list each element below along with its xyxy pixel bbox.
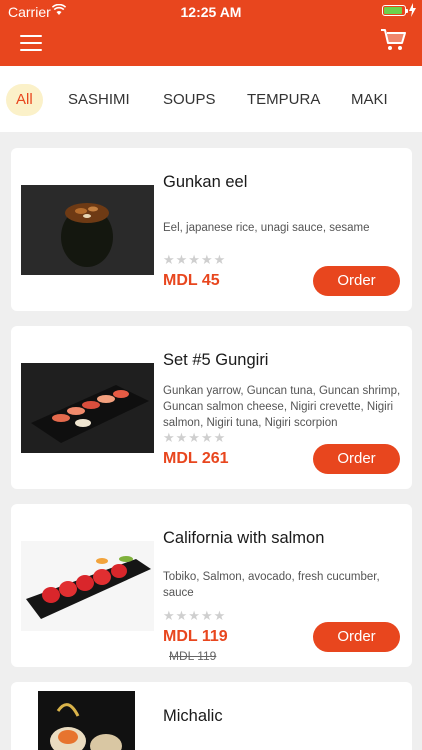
- product-card[interactable]: California with salmon Tobiko, Salmon, a…: [11, 504, 412, 667]
- charging-icon: [409, 3, 416, 17]
- app-header: Carrier 12:25 AM: [0, 0, 422, 66]
- tab-tempura[interactable]: TEMPURA: [237, 84, 330, 116]
- order-button[interactable]: Order: [313, 444, 400, 474]
- status-time: 12:25 AM: [180, 4, 242, 20]
- product-image: [21, 363, 154, 453]
- product-name: Gunkan eel: [163, 173, 248, 191]
- product-description: Tobiko, Salmon, avocado, fresh cucumber,…: [163, 571, 380, 599]
- old-price: MDL 119: [169, 649, 217, 663]
- product-name: Set #5 Gungiri: [163, 351, 269, 369]
- tab-maki[interactable]: MAKI: [341, 84, 398, 116]
- rating-stars[interactable]: ★★★★★: [163, 608, 226, 624]
- product-card[interactable]: Set #5 Gungiri Gunkan yarrow, Guncan tun…: [11, 326, 412, 489]
- battery-icon: [382, 5, 408, 16]
- product-description: Gunkan yarrow, Guncan tuna, Guncan shrim…: [163, 385, 401, 429]
- product-card[interactable]: Michalic: [11, 682, 412, 750]
- product-name: Michalic: [163, 707, 223, 725]
- category-tabs: All SASHIMI SOUPS TEMPURA MAKI: [0, 66, 422, 132]
- product-image: [38, 691, 135, 750]
- product-image: [21, 185, 154, 275]
- hamburger-menu-icon[interactable]: [20, 35, 42, 51]
- order-button[interactable]: Order: [313, 622, 400, 652]
- tab-all[interactable]: All: [6, 84, 43, 116]
- product-description: Eel, japanese rice, unagi sauce, sesame: [163, 222, 370, 234]
- product-price: MDL 261: [163, 450, 229, 467]
- product-name: California with salmon: [163, 529, 325, 547]
- status-bar: Carrier 12:25 AM: [0, 0, 422, 22]
- rating-stars[interactable]: ★★★★★: [163, 252, 226, 268]
- rating-stars[interactable]: ★★★★★: [163, 430, 226, 446]
- product-card[interactable]: Gunkan eel Eel, japanese rice, unagi sau…: [11, 148, 412, 311]
- product-price: MDL 119: [163, 628, 228, 645]
- product-image: [21, 541, 154, 631]
- cart-icon[interactable]: [380, 28, 406, 52]
- tab-soups[interactable]: SOUPS: [153, 84, 226, 116]
- tab-sashimi[interactable]: SASHIMI: [58, 84, 140, 116]
- product-price: MDL 45: [163, 272, 220, 289]
- order-button[interactable]: Order: [313, 266, 400, 296]
